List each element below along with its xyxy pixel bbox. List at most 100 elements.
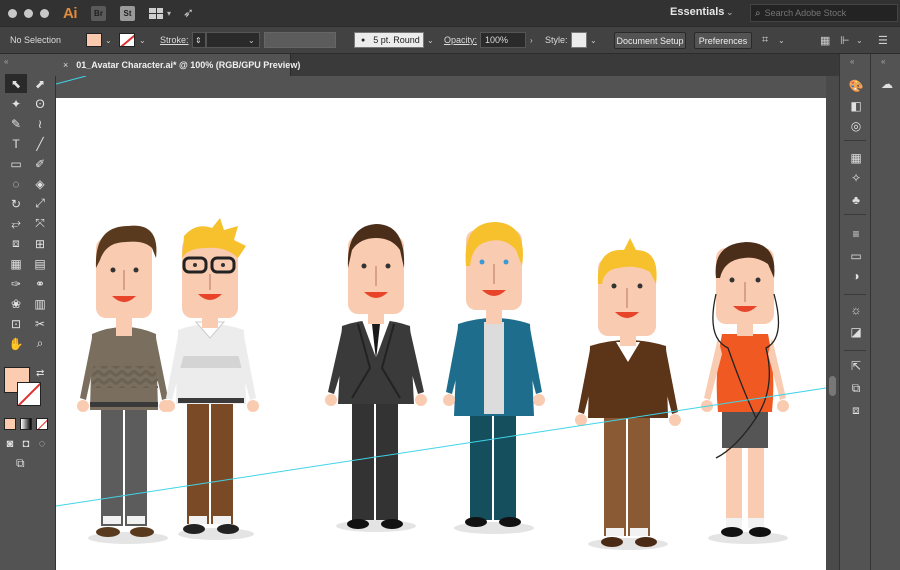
- screen-mode-icon[interactable]: ⧉: [16, 456, 36, 470]
- chevron-down-icon[interactable]: ▾: [167, 9, 171, 18]
- zoom-window-button[interactable]: [40, 8, 49, 18]
- workspace-switcher[interactable]: Essentials: [670, 6, 724, 18]
- collapse-panel-icon[interactable]: «: [0, 54, 55, 74]
- vertical-scrollbar[interactable]: [826, 76, 839, 570]
- chevron-down-icon[interactable]: ⌄: [427, 36, 434, 45]
- document-tab[interactable]: × 01_Avatar Character.ai* @ 100% (RGB/GP…: [55, 54, 300, 76]
- recolor-artwork-icon[interactable]: ⌗: [762, 34, 768, 47]
- curvature-tool-icon[interactable]: ≀: [29, 114, 51, 133]
- layers-icon[interactable]: ⧉: [848, 380, 864, 396]
- draw-inside-icon[interactable]: ◌: [36, 438, 48, 450]
- stock-button[interactable]: St: [120, 5, 135, 21]
- cc-libraries-icon[interactable]: ☁: [879, 76, 895, 92]
- close-window-button[interactable]: [8, 8, 17, 18]
- appearance-icon[interactable]: ☼: [848, 302, 864, 318]
- gradient-tool-icon[interactable]: ▤: [29, 254, 51, 273]
- panel-menu-icon[interactable]: ☰: [878, 34, 888, 47]
- eyedropper-tool-icon[interactable]: ✑: [5, 274, 27, 293]
- stroke-icon[interactable]: ≡: [848, 226, 864, 242]
- line-tool-icon[interactable]: ╱: [29, 134, 51, 153]
- character-1[interactable]: [77, 225, 171, 544]
- eraser-tool-icon[interactable]: ◈: [29, 174, 51, 193]
- stroke-stepper[interactable]: ⇕: [192, 32, 206, 48]
- chevron-right-icon[interactable]: ›: [530, 36, 533, 45]
- arrange-documents-icon[interactable]: [149, 7, 163, 19]
- chevron-down-icon[interactable]: ⌄: [105, 36, 112, 45]
- character-3[interactable]: [325, 224, 427, 532]
- stroke-swatch[interactable]: [119, 33, 135, 47]
- canvas-area[interactable]: [56, 76, 826, 570]
- column-graph-tool-icon[interactable]: ▥: [29, 294, 51, 313]
- brush-definition[interactable]: ● 5 pt. Round: [354, 32, 424, 48]
- slice-tool-icon[interactable]: ✂: [29, 314, 51, 333]
- stroke-label[interactable]: Stroke:: [160, 35, 189, 45]
- perspective-grid-tool-icon[interactable]: ⊞: [29, 234, 51, 253]
- character-2[interactable]: [163, 218, 259, 540]
- selection-tool-icon[interactable]: ⬉: [5, 74, 27, 93]
- scale-tool-icon[interactable]: ⤢: [29, 194, 51, 213]
- symbols-icon[interactable]: ♣: [848, 192, 864, 208]
- search-stock-box[interactable]: ⌕: [750, 4, 898, 22]
- character-5[interactable]: [575, 238, 681, 550]
- collapse-panel-icon[interactable]: «: [881, 57, 885, 66]
- opacity-label[interactable]: Opacity:: [444, 35, 477, 45]
- swap-fill-stroke-icon[interactable]: ⇄: [36, 368, 44, 379]
- opacity-field[interactable]: 100%: [480, 32, 526, 48]
- preferences-button[interactable]: Preferences: [694, 32, 752, 49]
- fill-swatch[interactable]: [86, 33, 102, 47]
- bridge-button[interactable]: Br: [91, 5, 106, 21]
- paintbrush-tool-icon[interactable]: ✐: [29, 154, 51, 173]
- document-setup-button[interactable]: Document Setup: [614, 32, 686, 49]
- color-guide-icon[interactable]: ◧: [848, 98, 864, 114]
- shaper-tool-icon[interactable]: ◌: [5, 174, 27, 193]
- none-mode-button[interactable]: [36, 418, 48, 430]
- minimize-window-button[interactable]: [24, 8, 33, 18]
- chevron-down-icon[interactable]: ⌄: [139, 36, 146, 45]
- blend-tool-icon[interactable]: ⚭: [29, 274, 51, 293]
- hand-tool-icon[interactable]: ✋: [5, 334, 27, 353]
- character-6[interactable]: [701, 242, 789, 544]
- symbol-sprayer-tool-icon[interactable]: ❀: [5, 294, 27, 313]
- direct-selection-tool-icon[interactable]: ⬈: [29, 74, 51, 93]
- artboard[interactable]: [56, 98, 826, 570]
- export-icon[interactable]: ⇱: [848, 358, 864, 374]
- variable-width-profile[interactable]: [264, 32, 336, 48]
- chevron-down-icon[interactable]: ⌄: [590, 36, 597, 45]
- transparency-icon[interactable]: ◑: [848, 268, 864, 284]
- rectangle-tool-icon[interactable]: ▭: [5, 154, 27, 173]
- color-mode-button[interactable]: [4, 418, 16, 430]
- gradient-icon[interactable]: ▭: [848, 248, 864, 264]
- transform-icon[interactable]: ⊩: [840, 34, 850, 47]
- type-tool-icon[interactable]: T: [5, 134, 27, 153]
- artboard-tool-icon[interactable]: ⊡: [5, 314, 27, 333]
- mesh-tool-icon[interactable]: ▦: [5, 254, 27, 273]
- chevron-down-icon[interactable]: ⌄: [726, 7, 734, 18]
- rotate-tool-icon[interactable]: ↻: [5, 194, 27, 213]
- free-transform-tool-icon[interactable]: ⤧: [29, 214, 51, 233]
- pen-tool-icon[interactable]: ✎: [5, 114, 27, 133]
- collapse-panel-icon[interactable]: «: [850, 57, 854, 66]
- search-input[interactable]: [764, 8, 885, 18]
- brushes-icon[interactable]: ✧: [848, 170, 864, 186]
- chevron-down-icon[interactable]: ⌄: [248, 36, 255, 45]
- zoom-tool-icon[interactable]: ⌕: [29, 334, 51, 353]
- magic-wand-tool-icon[interactable]: ✦: [5, 94, 27, 113]
- stroke-color-box[interactable]: [17, 382, 41, 406]
- cc-libraries-icon[interactable]: ◎: [848, 118, 864, 134]
- scroll-thumb[interactable]: [829, 376, 836, 396]
- chevron-down-icon[interactable]: ⌄: [778, 36, 785, 45]
- width-tool-icon[interactable]: ⥂: [5, 214, 27, 233]
- graphic-styles-icon[interactable]: ◪: [848, 324, 864, 340]
- chevron-down-icon[interactable]: ⌄: [856, 36, 863, 45]
- graphic-style-swatch[interactable]: [571, 32, 587, 48]
- character-4[interactable]: [443, 222, 545, 534]
- draw-normal-icon[interactable]: ◙: [4, 438, 16, 450]
- shape-builder-tool-icon[interactable]: ⧈: [5, 234, 27, 253]
- draw-behind-icon[interactable]: ◘: [20, 438, 32, 450]
- artboards-icon[interactable]: ⧈: [848, 402, 864, 418]
- lasso-tool-icon[interactable]: ʘ: [29, 94, 51, 113]
- color-icon[interactable]: 🎨: [848, 78, 864, 94]
- swatches-icon[interactable]: ▦: [848, 150, 864, 166]
- close-tab-icon[interactable]: ×: [63, 60, 68, 70]
- gradient-mode-button[interactable]: [20, 418, 32, 430]
